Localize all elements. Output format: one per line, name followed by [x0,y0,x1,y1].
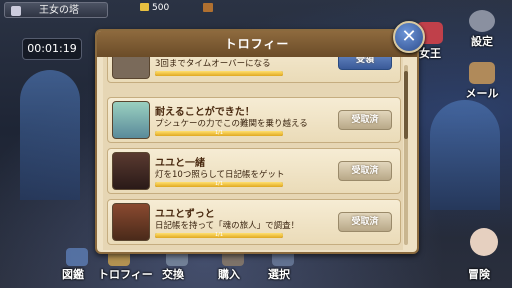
claimed-button[interactable]: 受取済 [338,161,392,181]
trophy-row: 耐えることができた！ プシュケーの力でこの難関を乗り越える 1/1 受取済 [107,97,401,143]
trophy-title: 耐えることができた！ [155,107,255,118]
menu-mail[interactable]: メール [458,62,506,101]
dialog-title: トロフィー [224,37,290,51]
nav-exchange[interactable]: 交換 [162,266,184,282]
chest-icon[interactable] [203,3,213,12]
trophy-progress-bar: 1/1 [155,181,283,187]
book-icon [66,248,88,266]
progress-fill [155,71,283,76]
nav-adventure[interactable]: 冒険 [468,266,490,282]
nav-shop[interactable]: 購入 [218,266,240,282]
gear-icon [469,10,495,32]
character-portrait [470,228,498,256]
menu-settings[interactable]: 設定 [458,10,506,49]
claim-button[interactable]: 受領 [338,57,392,70]
mail-icon [469,62,495,84]
close-icon[interactable]: ✕ [393,21,425,53]
menu-queen-label: 女王 [419,47,441,60]
menu-mail-label: メール [465,87,499,100]
trophy-progress-bar [155,71,283,76]
trophy-progress-bar: 1/1 [155,130,283,136]
dialog-header: トロフィー [97,31,417,57]
menu-settings-label: 設定 [471,35,493,48]
timer: 00:01:19 [22,38,82,60]
location-name: 王女の塔 [39,5,79,16]
coin-counter: 500 [140,3,169,13]
trophy-thumbnail [112,152,150,190]
coin-value: 500 [152,3,170,13]
tower-icon [11,6,21,16]
trophy-thumbnail [112,101,150,139]
trophy-thumbnail: 5 [112,57,150,79]
trophy-title: ユユとずっと [155,209,215,220]
trophy-row: ユユと一緒 灯を10つ照らして日記帳をゲット 1/1 受取済 [107,148,401,194]
bottom-nav: 図鑑 トロフィー 交換 購入 選択 冒険 [0,248,512,288]
trophy-desc: 日記帳を持って「魂の旅人」で調査！ [155,221,300,231]
location-panel[interactable]: 王女の塔 [4,2,108,18]
trophy-row: ユユとずっと 日記帳を持って「魂の旅人」で調査！ 1/1 受取済 [107,199,401,245]
claimed-button[interactable]: 受取済 [338,212,392,232]
nav-select[interactable]: 選択 [268,266,290,282]
scrollbar-thumb[interactable] [404,71,408,139]
trophy-progress-bar: 1/1 [155,232,283,238]
progress-text: 1/1 [214,232,224,238]
top-bar: 王女の塔 500 [0,0,512,20]
trophy-dialog: トロフィー 5 3回までタイムオーバーになる 受領 耐えることができた！ プシュ… [95,29,419,254]
nav-trophy[interactable]: トロフィー [98,266,153,282]
nav-encyclopedia[interactable]: 図鑑 [62,266,84,282]
trophy-thumbnail [112,203,150,241]
background-window-left [20,70,80,200]
trophy-count: 5 [121,78,125,79]
trophy-row: 5 3回までタイムオーバーになる 受領 [107,57,401,83]
progress-text: 1/1 [214,130,224,136]
trophy-title: ユユと一緒 [155,158,205,169]
trophy-desc: 3回までタイムオーバーになる [155,59,271,69]
trophy-desc: プシュケーの力でこの難関を乗り越える [155,119,308,129]
progress-text: 1/1 [214,181,224,187]
claimed-button[interactable]: 受取済 [338,110,392,130]
trophy-list[interactable]: 5 3回までタイムオーバーになる 受領 耐えることができた！ プシュケーの力でこ… [103,57,403,250]
coin-icon [140,3,149,11]
trophy-desc: 灯を10つ照らして日記帳をゲット [155,170,285,180]
